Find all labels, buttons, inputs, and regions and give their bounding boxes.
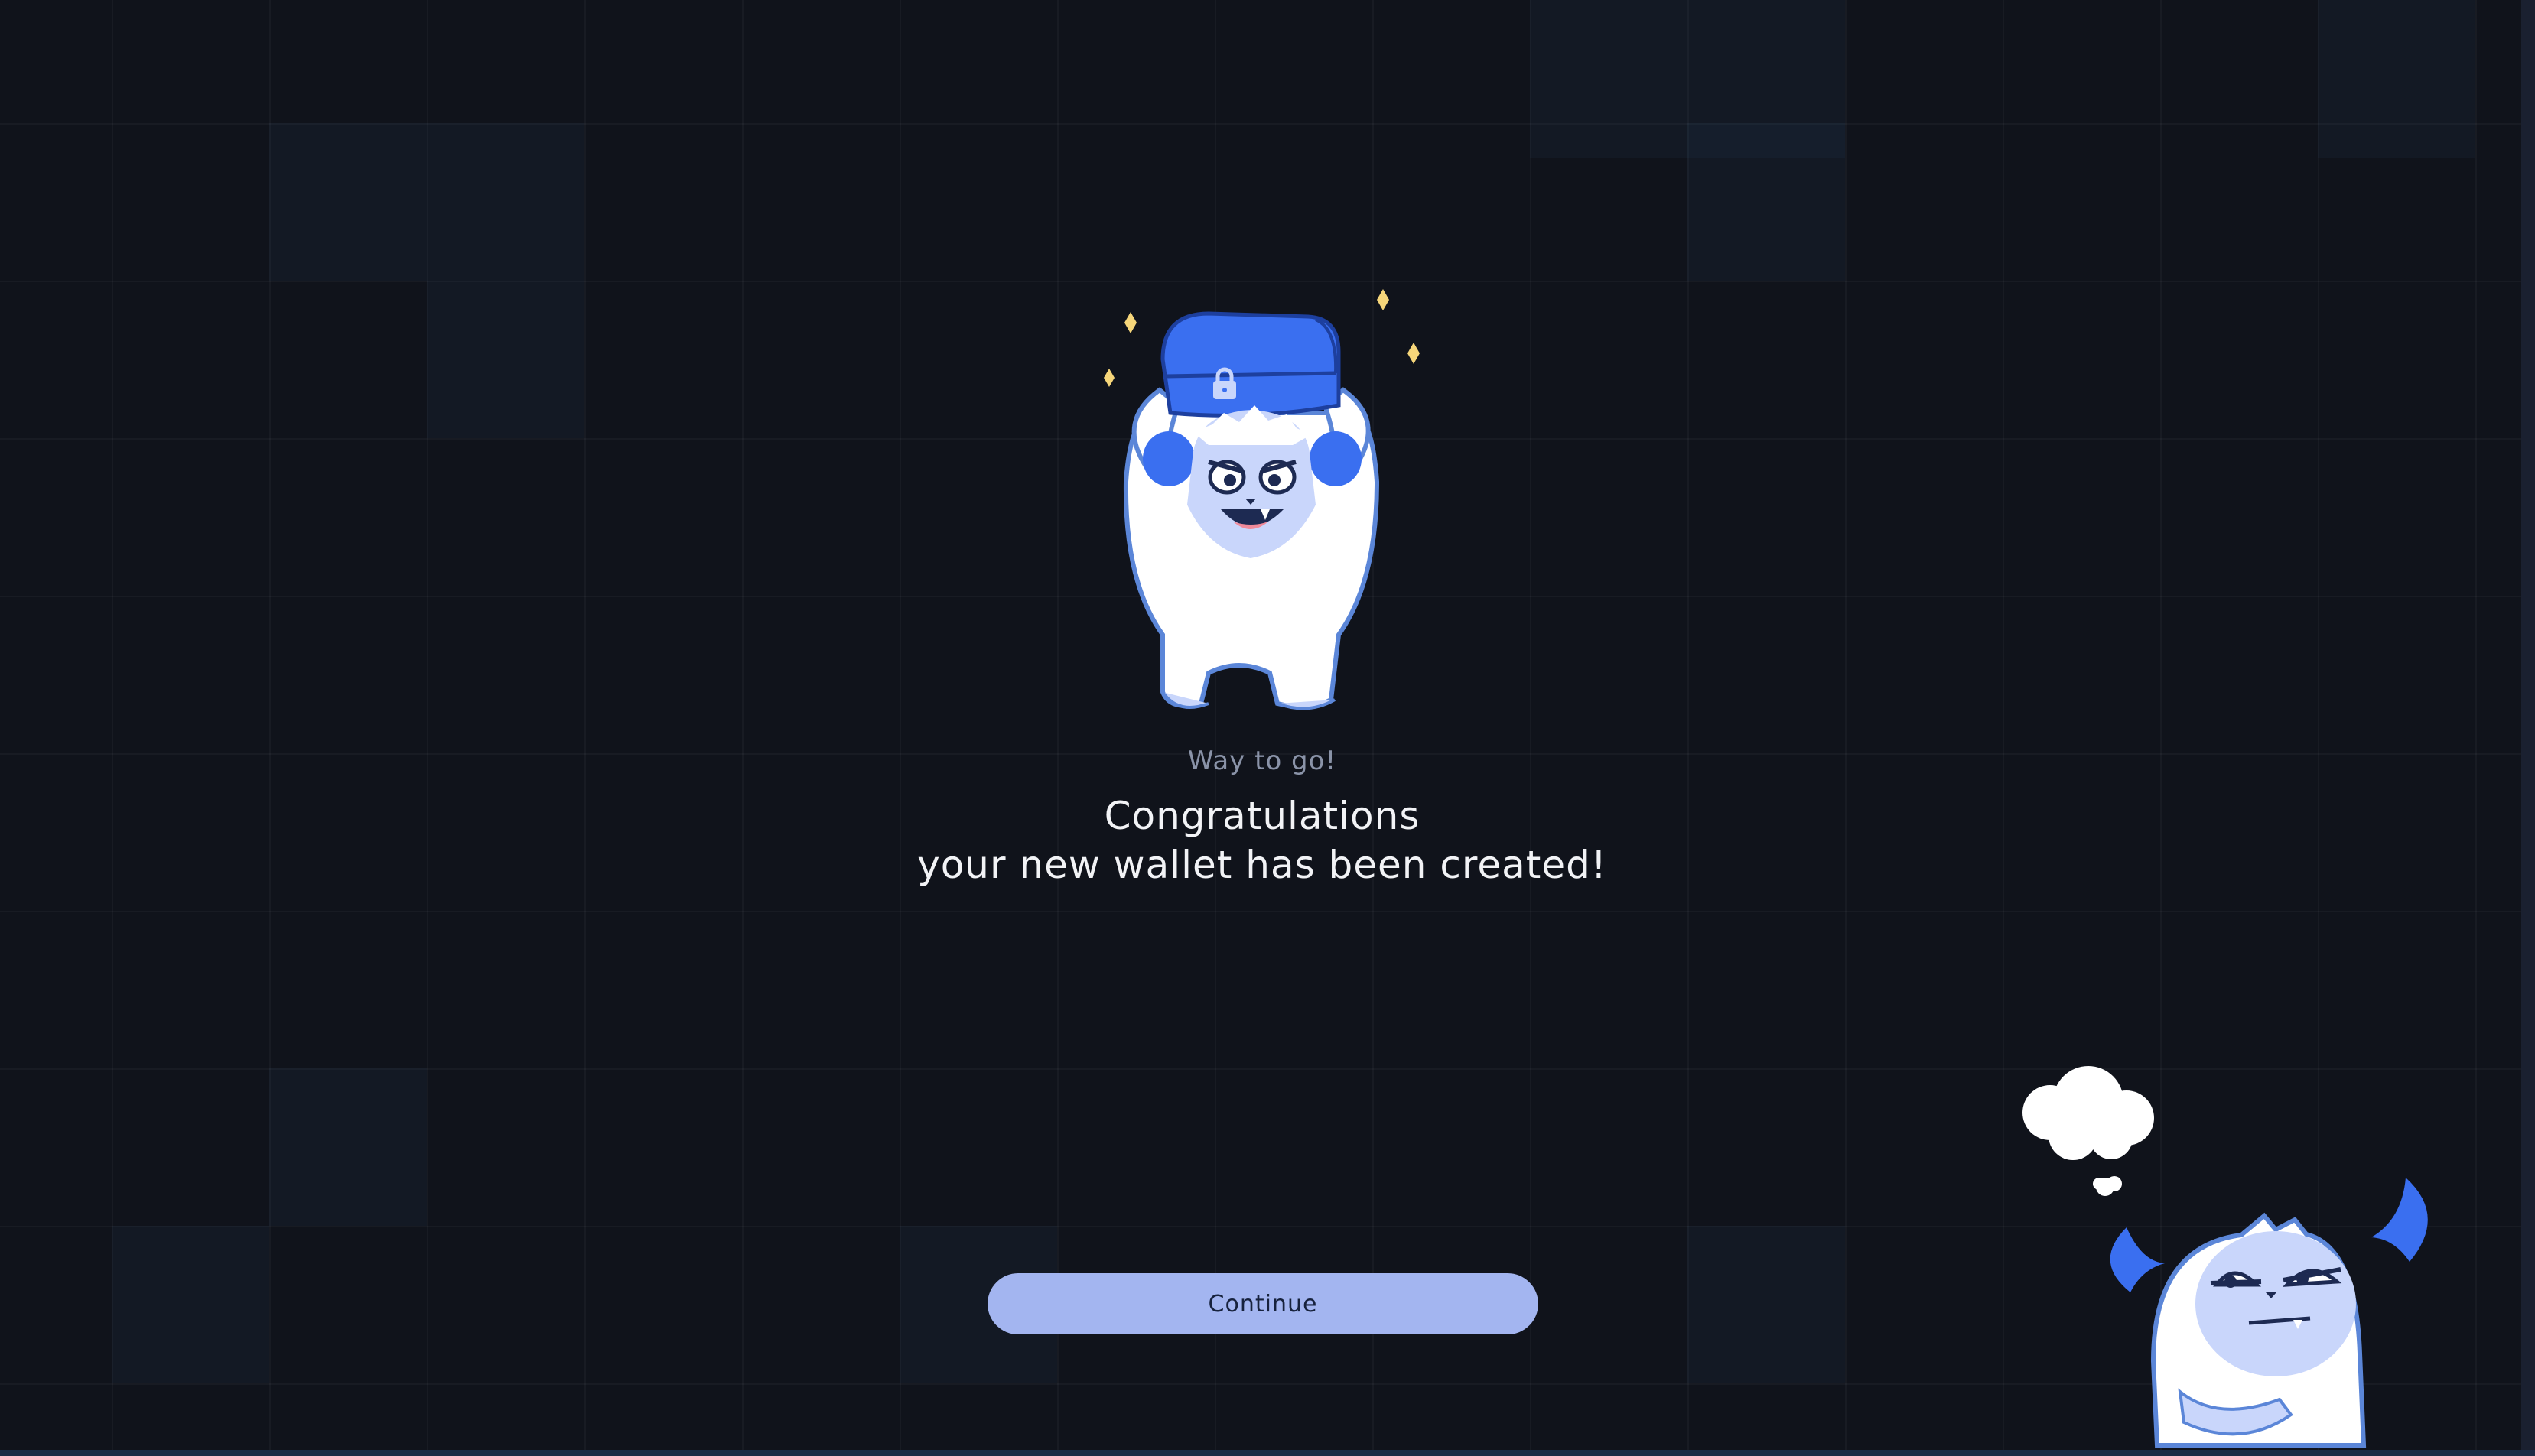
page-title: Congratulations your new wallet has been… — [0, 791, 2524, 889]
grid-tile — [112, 1226, 269, 1383]
scrollbar-track — [2521, 0, 2535, 1456]
eyebrow-text: Way to go! — [1187, 746, 1337, 776]
continue-button[interactable]: Continue — [988, 1273, 1538, 1334]
treasure-chest-icon — [1160, 311, 1341, 418]
thought-bubble-icon — [2022, 1066, 2154, 1196]
grid-tile — [1687, 123, 1845, 281]
grid-tile — [269, 123, 427, 281]
grid-tile — [2318, 0, 2475, 158]
title-line-1: Congratulations — [1104, 794, 1420, 838]
thinking-yeti-icon — [2022, 1066, 2428, 1448]
grid-tile — [427, 281, 584, 438]
wallet-created-screen: Way to go! Congratulations your new wall… — [0, 0, 2535, 1456]
grid-tile — [1687, 1226, 1845, 1383]
title-line-2: your new wallet has been created! — [917, 843, 1607, 887]
grid-tile — [1530, 0, 1687, 158]
yeti-holding-locked-chest-icon — [1104, 289, 1420, 710]
success-message: Way to go! Congratulations your new wall… — [0, 746, 2524, 889]
grid-tile — [269, 1068, 427, 1226]
grid-tile — [427, 123, 584, 281]
